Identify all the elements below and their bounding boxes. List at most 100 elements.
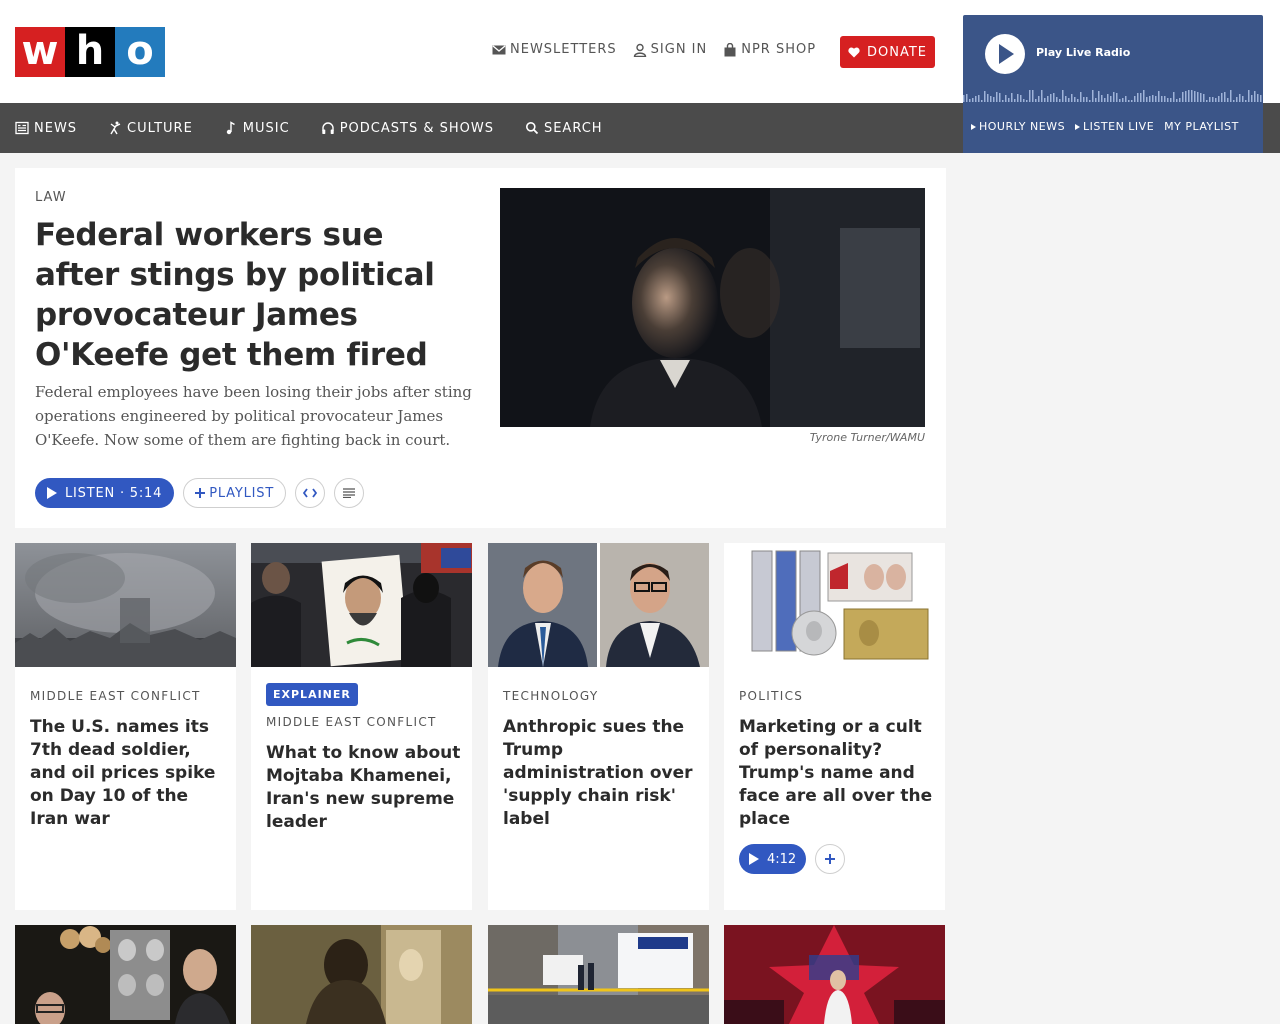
- waveform-bar: [1242, 96, 1244, 102]
- waveform-bar: [1113, 92, 1115, 102]
- nav-item-podcasts[interactable]: PODCASTS & SHOWS: [321, 121, 494, 136]
- story-headline[interactable]: What to know about Mojtaba Khamenei, Ira…: [266, 742, 462, 834]
- waveform-bar: [1068, 98, 1070, 102]
- hourly-news-link[interactable]: HOURLY NEWS: [971, 120, 1065, 133]
- duration-label: 4:12: [767, 851, 797, 867]
- story-headline[interactable]: Marketing or a cult of personality? Trum…: [739, 716, 935, 831]
- embed-button[interactable]: [295, 478, 326, 508]
- listen-live-link[interactable]: LISTEN LIVE: [1075, 120, 1154, 133]
- story-image[interactable]: [724, 543, 945, 667]
- photo-credit: Tyrone Turner/WAMU: [809, 431, 925, 444]
- play-icon: [749, 853, 759, 865]
- shop-label: NPR SHOP: [741, 42, 817, 57]
- waveform-bar: [1158, 91, 1160, 102]
- waveform-bar: [1137, 93, 1139, 102]
- story-image[interactable]: [251, 925, 472, 1024]
- nav-item-news[interactable]: NEWS: [15, 121, 77, 136]
- waveform-bar: [1203, 94, 1205, 102]
- waveform-bar: [1038, 96, 1040, 102]
- sign-in-label: SIGN IN: [650, 42, 708, 57]
- waveform-bar: [1239, 94, 1241, 102]
- plus-icon: [825, 854, 836, 864]
- waveform-bar: [987, 94, 989, 102]
- listen-button[interactable]: LISTEN · 5:14: [35, 478, 175, 508]
- story-slug[interactable]: TECHNOLOGY: [503, 689, 699, 703]
- conference-stage-photo: [724, 925, 945, 1024]
- site-logo[interactable]: w h o: [15, 27, 165, 77]
- waveform-bar: [1002, 100, 1004, 102]
- playlist-label: PLAYLIST: [209, 485, 275, 501]
- utility-links: NEWSLETTERS SIGN IN NPR SHOP: [492, 42, 816, 57]
- add-to-playlist-button[interactable]: PLAYLIST: [183, 478, 287, 508]
- waveform-bar: [1230, 90, 1232, 102]
- story-image[interactable]: [488, 925, 709, 1024]
- story-image[interactable]: [488, 543, 709, 667]
- story-slug[interactable]: MIDDLE EAST CONFLICT: [30, 689, 226, 703]
- logo-letter: o: [115, 27, 165, 77]
- hero-slug[interactable]: LAW: [35, 190, 67, 205]
- waveform-bar: [1071, 94, 1073, 102]
- story-headline[interactable]: Anthropic sues the Trump administration …: [503, 716, 699, 831]
- hero-photo-illustration: [500, 188, 925, 427]
- hero-headline[interactable]: Federal workers sue after stings by poli…: [35, 215, 475, 375]
- story-image[interactable]: [251, 543, 472, 667]
- waveform-bar: [996, 92, 998, 102]
- story-slug[interactable]: MIDDLE EAST CONFLICT: [266, 715, 462, 729]
- nav-item-label: SEARCH: [543, 120, 603, 136]
- waveform-bar: [1074, 97, 1076, 102]
- waveform-bar: [1017, 94, 1019, 102]
- smoke-over-city-photo: [15, 543, 236, 667]
- donate-button[interactable]: DONATE: [840, 36, 935, 68]
- waveform-bar: [1245, 100, 1247, 102]
- explainer-badge: EXPLAINER: [266, 683, 358, 706]
- waveform-bar: [1056, 97, 1058, 102]
- waveform-bar: [1128, 100, 1130, 102]
- waveform-bar: [966, 94, 968, 102]
- story-card: POLITICS Marketing or a cult of personal…: [724, 543, 945, 910]
- waveform-bar: [1083, 97, 1085, 102]
- play-icon: [999, 44, 1014, 64]
- waveform-bar: [1101, 95, 1103, 102]
- waveform-bar: [1014, 99, 1016, 102]
- waveform-bar: [1116, 93, 1118, 102]
- hero-image[interactable]: [500, 188, 925, 427]
- nav-item-label: NEWS: [34, 120, 78, 136]
- live-radio-player: Play Live Radio HOURLY NEWS LISTEN LIVE …: [963, 15, 1263, 153]
- waveform-bar: [1233, 100, 1235, 102]
- waveform-bar: [1170, 98, 1172, 102]
- waveform-bar: [1194, 91, 1196, 102]
- sign-in-link[interactable]: SIGN IN: [633, 42, 708, 57]
- protest-portrait-photo: [251, 543, 472, 667]
- waveform-bar: [1173, 92, 1175, 102]
- story-image[interactable]: [15, 543, 236, 667]
- add-to-playlist-button[interactable]: [815, 844, 846, 874]
- transcript-icon: [343, 488, 356, 498]
- nav-item-search[interactable]: SEARCH: [525, 121, 603, 136]
- my-playlist-link[interactable]: MY PLAYLIST: [1164, 120, 1239, 133]
- waveform-bar: [993, 97, 995, 102]
- listen-live-label: LISTEN LIVE: [1083, 120, 1155, 133]
- shop-link[interactable]: NPR SHOP: [723, 42, 816, 57]
- story-slug[interactable]: POLITICS: [739, 689, 935, 703]
- waveform-bar: [1161, 96, 1163, 102]
- transcript-button[interactable]: [334, 478, 365, 508]
- newsletters-link[interactable]: NEWSLETTERS: [492, 42, 617, 57]
- story-image[interactable]: [15, 925, 236, 1024]
- listen-button[interactable]: 4:12: [739, 844, 807, 874]
- waveform-bar: [1041, 90, 1043, 102]
- nav-item-music[interactable]: MUSIC: [224, 121, 290, 136]
- waveform-bar: [1146, 97, 1148, 102]
- waveform-bar: [1185, 91, 1187, 102]
- dancer-icon: [110, 121, 121, 135]
- story-image[interactable]: [724, 925, 945, 1024]
- waveform-bar: [981, 100, 983, 102]
- portrait-collage-photo: [15, 925, 236, 1024]
- waveform-bar: [1134, 96, 1136, 102]
- waveform-bar: [1131, 100, 1133, 102]
- nav-item-culture[interactable]: CULTURE: [108, 121, 193, 136]
- waveform-bar: [990, 96, 992, 102]
- story-headline[interactable]: The U.S. names its 7th dead soldier, and…: [30, 716, 226, 831]
- waveform-bar: [1080, 92, 1082, 102]
- play-live-radio-button[interactable]: [985, 34, 1025, 74]
- waveform-bar: [1221, 93, 1223, 102]
